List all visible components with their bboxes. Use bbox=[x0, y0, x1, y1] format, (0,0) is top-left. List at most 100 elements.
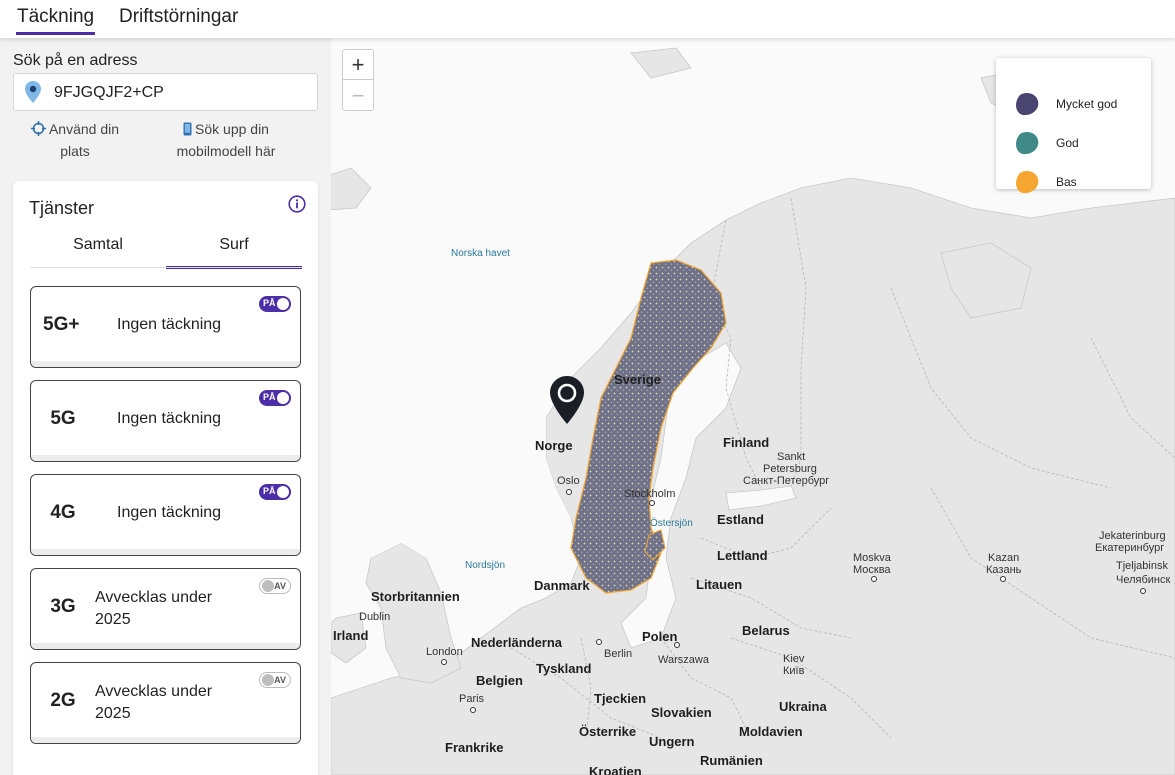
service-card-5g-plus[interactable]: 5G+ Ingen täckning PÅ bbox=[30, 286, 301, 368]
label-kiev-2: Київ bbox=[783, 665, 805, 677]
use-location-button[interactable]: Använd din plats bbox=[20, 118, 130, 162]
label-irland: Irland bbox=[333, 628, 369, 643]
services-title: Tjänster bbox=[29, 198, 95, 218]
label-tjeljabinsk-2: Челябинск bbox=[1116, 574, 1171, 586]
toggle-label: PÅ bbox=[263, 486, 276, 496]
label-stockholm: Stockholm bbox=[624, 488, 676, 500]
status-line-2: 2025 bbox=[95, 705, 131, 722]
label-sverige: Sverige bbox=[614, 372, 661, 387]
info-icon[interactable] bbox=[288, 195, 306, 213]
city-dot-paris bbox=[470, 707, 476, 713]
coverage-map[interactable]: + − Mycket god God Bas Norska havet Nord… bbox=[331, 38, 1175, 775]
service-card-5g[interactable]: 5G Ingen täckning PÅ bbox=[30, 380, 301, 462]
label-rumanien: Rumänien bbox=[700, 753, 763, 768]
label-litauen: Litauen bbox=[696, 577, 743, 592]
label-london: London bbox=[426, 646, 463, 658]
zoom-out-button[interactable]: − bbox=[343, 81, 373, 111]
phone-model-link[interactable]: Sök upp din mobilmodell här bbox=[166, 118, 286, 162]
label-frankrike: Frankrike bbox=[445, 740, 504, 755]
mobile-phone-icon bbox=[183, 122, 192, 136]
zoom-control: + − bbox=[342, 49, 374, 111]
label-tjeljabinsk-1: Tjeljabinsk bbox=[1116, 560, 1168, 572]
service-name: 5G+ bbox=[43, 314, 80, 335]
label-warszawa: Warszawa bbox=[658, 654, 709, 666]
label-berlin: Berlin bbox=[604, 648, 633, 660]
service-name: 3G bbox=[50, 596, 76, 617]
label-moskva-2: Москва bbox=[853, 564, 891, 576]
address-search-input[interactable]: 9FJGQJF2+CP bbox=[13, 73, 318, 111]
label-norska-havet: Norska havet bbox=[451, 248, 510, 259]
service-name: 5G bbox=[50, 408, 76, 429]
service-card-4g[interactable]: 4G Ingen täckning PÅ bbox=[30, 474, 301, 556]
blob-swatch-icon bbox=[1016, 132, 1039, 155]
card-strip bbox=[31, 643, 300, 649]
label-storbritannien: Storbritannien bbox=[371, 589, 460, 604]
tab-divider bbox=[30, 267, 302, 268]
zoom-in-button[interactable]: + bbox=[343, 50, 373, 80]
label-estland: Estland bbox=[717, 512, 764, 527]
card-strip bbox=[31, 361, 300, 367]
label-belarus: Belarus bbox=[742, 623, 790, 638]
sidebar: Sök på en adress 9FJGQJF2+CP Använd din … bbox=[0, 38, 331, 775]
tab-samtal[interactable]: Samtal bbox=[30, 236, 166, 268]
city-dot-warszawa bbox=[674, 642, 680, 648]
service-status: Avvecklas under 2025 bbox=[95, 681, 245, 725]
blob-swatch-icon bbox=[1016, 171, 1039, 194]
city-dot-kazan bbox=[1000, 576, 1006, 582]
service-name: 2G bbox=[50, 690, 76, 711]
service-toggle[interactable]: PÅ bbox=[259, 484, 291, 500]
phone-model-label-2: mobilmodell här bbox=[176, 143, 276, 159]
label-slovakien: Slovakien bbox=[651, 705, 712, 720]
legend-label: Bas bbox=[1056, 175, 1077, 189]
legend-label: God bbox=[1056, 136, 1079, 150]
label-moldavien: Moldavien bbox=[739, 724, 803, 739]
service-status: Ingen täckning bbox=[117, 316, 222, 333]
toggle-knob bbox=[277, 298, 289, 310]
label-oslo: Oslo bbox=[557, 475, 580, 487]
label-belgien: Belgien bbox=[476, 673, 523, 688]
toggle-label: AV bbox=[274, 581, 286, 591]
label-nederlanderna: Nederländerna bbox=[471, 635, 563, 650]
phone-model-label-1: Sök upp din bbox=[195, 121, 269, 137]
city-dot-moskva bbox=[871, 576, 877, 582]
label-jekaterinburg-2: Екатеринбург bbox=[1095, 542, 1165, 554]
card-strip bbox=[31, 455, 300, 461]
label-kazan-2: Казань bbox=[986, 564, 1022, 576]
service-status: Ingen täckning bbox=[117, 410, 222, 427]
service-toggle[interactable]: AV bbox=[259, 578, 291, 594]
service-card-3g[interactable]: 3G Avvecklas under 2025 AV bbox=[30, 568, 301, 650]
city-dot-stockholm bbox=[649, 500, 655, 506]
tab-driftstorningar[interactable]: Driftstörningar bbox=[119, 4, 238, 34]
service-toggle[interactable]: AV bbox=[259, 672, 291, 688]
label-sankt-1: Sankt bbox=[777, 451, 806, 463]
address-search-label: Sök på en adress bbox=[13, 52, 138, 69]
toggle-knob bbox=[262, 580, 274, 592]
crosshair-icon bbox=[30, 121, 46, 136]
service-card-2g[interactable]: 2G Avvecklas under 2025 AV bbox=[30, 662, 301, 744]
label-nordsjon: Nordsjön bbox=[465, 560, 506, 571]
blob-swatch-icon bbox=[1016, 93, 1039, 116]
city-dot-tjeljabinsk bbox=[1140, 588, 1146, 594]
tab-tackning[interactable]: Täckning bbox=[15, 4, 96, 35]
map-marker-icon[interactable] bbox=[550, 376, 584, 424]
city-dot-berlin bbox=[596, 639, 602, 645]
status-line-1: Avvecklas under bbox=[95, 589, 213, 606]
card-strip bbox=[31, 549, 300, 555]
label-ungern: Ungern bbox=[649, 734, 695, 749]
service-status: Ingen täckning bbox=[117, 504, 222, 521]
tab-surf[interactable]: Surf bbox=[166, 236, 302, 269]
service-toggle[interactable]: PÅ bbox=[259, 296, 291, 312]
toggle-knob bbox=[277, 392, 289, 404]
toggle-knob bbox=[262, 674, 274, 686]
status-line-1: Avvecklas under bbox=[95, 683, 213, 700]
service-toggle[interactable]: PÅ bbox=[259, 390, 291, 406]
toggle-label: PÅ bbox=[263, 298, 276, 308]
label-lettland: Lettland bbox=[717, 548, 768, 563]
location-pin-icon bbox=[25, 81, 41, 103]
toggle-knob bbox=[277, 486, 289, 498]
label-tyskland: Tyskland bbox=[536, 661, 592, 676]
label-polen: Polen bbox=[642, 629, 678, 644]
label-ukraina: Ukraina bbox=[779, 699, 827, 714]
toggle-label: AV bbox=[274, 675, 286, 685]
legend-label: Mycket god bbox=[1056, 97, 1118, 111]
